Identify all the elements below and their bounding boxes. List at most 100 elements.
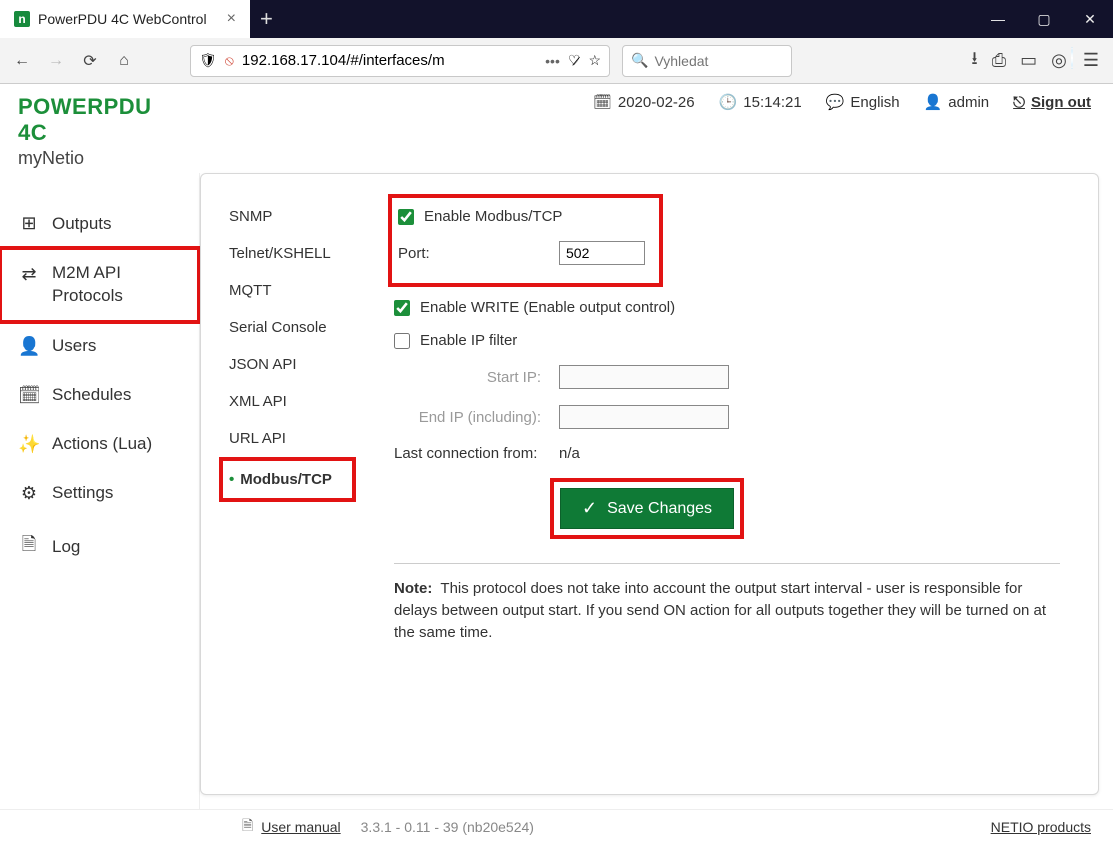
search-input[interactable] — [654, 53, 783, 69]
clock-icon: 🕒 — [719, 93, 738, 111]
signout-link[interactable]: ⎋ Sign out — [1013, 94, 1091, 111]
new-tab-button[interactable]: + — [250, 0, 283, 38]
save-button-label: Save Changes — [607, 500, 712, 518]
brand-title: POWERPDU 4C — [18, 94, 182, 146]
note-text: Note: This protocol does not take into a… — [394, 578, 1060, 643]
last-conn-value: n/a — [559, 445, 580, 462]
nav-schedules[interactable]: 🗓Schedules — [0, 371, 199, 420]
topbar-user-value: admin — [948, 94, 989, 111]
start-ip-input — [559, 365, 729, 389]
minimize-button[interactable]: — — [975, 0, 1021, 38]
browser-tab[interactable]: n PowerPDU 4C WebControl × — [0, 0, 250, 38]
search-icon: 🔍 — [631, 52, 648, 69]
close-window-button[interactable]: ✕ — [1067, 0, 1113, 38]
proto-url[interactable]: URL API — [225, 420, 356, 457]
save-button[interactable]: ✓ Save Changes — [560, 488, 734, 529]
topbar-date: 🗓 2020-02-26 — [593, 93, 695, 111]
speech-icon: 💬 — [826, 93, 845, 111]
proto-telnet[interactable]: Telnet/KSHELL — [225, 235, 356, 272]
shield-icon[interactable]: 🛡 — [199, 52, 217, 69]
nav-label: Log — [52, 537, 80, 557]
account-icon[interactable]: ◎ — [1051, 50, 1069, 71]
search-bar[interactable]: 🔍 — [622, 45, 792, 77]
topbar-date-value: 2020-02-26 — [618, 94, 695, 111]
more-icon[interactable]: ••• — [545, 53, 560, 69]
user-manual-link[interactable]: User manual — [261, 819, 340, 835]
proto-modbus[interactable]: Modbus/TCP — [225, 461, 352, 498]
reader-icon[interactable]: ▭ — [1020, 50, 1037, 71]
notification-dot — [1071, 47, 1073, 69]
bookmark-star-icon[interactable]: ☆ — [588, 52, 601, 69]
nav-actions[interactable]: ✨Actions (Lua) — [0, 420, 199, 469]
version-text: 3.3.1 - 0.11 - 39 (nb20e524) — [361, 819, 534, 835]
tab-title: PowerPDU 4C WebControl — [38, 11, 207, 27]
calendar-icon: 🗓 — [593, 93, 612, 111]
topbar-language-value: English — [850, 94, 899, 111]
log-icon: 🗎 — [18, 532, 40, 562]
proto-xml[interactable]: XML API — [225, 383, 356, 420]
favicon: n — [14, 11, 30, 27]
api-icon: ⇄ — [18, 262, 40, 286]
topbar-time-value: 15:14:21 — [743, 94, 801, 111]
maximize-button[interactable]: ▢ — [1021, 0, 1067, 38]
topbar-user[interactable]: 👤 admin — [924, 93, 990, 111]
nav-label: M2M API Protocols — [52, 262, 123, 308]
nav-label: Users — [52, 336, 96, 356]
users-icon: 👤 — [18, 336, 40, 357]
doc-icon: 🗎 — [242, 815, 253, 839]
content-panel: SNMP Telnet/KSHELL MQTT Serial Console J… — [200, 173, 1099, 795]
outputs-icon: ⊞ — [18, 213, 40, 234]
protocol-nav: SNMP Telnet/KSHELL MQTT Serial Console J… — [201, 174, 356, 794]
topbar-language[interactable]: 💬 English — [826, 93, 900, 111]
url-input[interactable] — [242, 52, 537, 69]
downloads-icon[interactable]: ⭳ — [971, 46, 977, 76]
proto-json[interactable]: JSON API — [225, 346, 356, 383]
url-bar[interactable]: 🛡 ⦸ ••• ♡̷ ☆ — [190, 45, 610, 77]
enable-modbus-checkbox[interactable] — [398, 209, 414, 225]
netio-products-link[interactable]: NETIO products — [991, 819, 1091, 835]
nav-outputs[interactable]: ⊞ Outputs — [0, 199, 199, 248]
brand-block: POWERPDU 4C myNetio — [0, 84, 200, 173]
enable-write-checkbox[interactable] — [394, 300, 410, 316]
menu-icon[interactable]: ☰ — [1083, 50, 1099, 71]
proto-serial[interactable]: Serial Console — [225, 309, 356, 346]
user-icon: 👤 — [924, 93, 943, 111]
save-highlight: ✓ Save Changes — [550, 478, 744, 539]
enable-write-label: Enable WRITE (Enable output control) — [420, 299, 675, 316]
nav-settings[interactable]: ⚙ Settings — [0, 469, 199, 518]
sidebar: ⊞ Outputs ⇄ M2M API Protocols 👤 Users 🗓Sche… — [0, 173, 200, 809]
enable-ipfilter-checkbox[interactable] — [394, 333, 410, 349]
proto-snmp[interactable]: SNMP — [225, 198, 356, 235]
signout-label: Sign out — [1031, 94, 1091, 111]
port-input[interactable] — [559, 241, 645, 265]
nav-log[interactable]: 🗎 Log — [0, 518, 199, 576]
close-tab-icon[interactable]: × — [227, 10, 236, 28]
port-label: Port: — [398, 245, 549, 262]
back-button[interactable]: ← — [8, 47, 36, 75]
nav-label: Outputs — [52, 214, 112, 234]
enable-modbus-label: Enable Modbus/TCP — [424, 208, 562, 225]
permission-shield-icon[interactable]: ♡̷ — [568, 52, 581, 69]
check-icon: ✓ — [582, 498, 597, 519]
nav-label: Actions (Lua) — [52, 434, 152, 454]
nav-m2m-protocols[interactable]: ⇄ M2M API Protocols — [0, 248, 199, 322]
signout-icon: ⎋ — [1013, 94, 1025, 111]
brand-subtitle: myNetio — [18, 148, 182, 169]
app-shell: POWERPDU 4C myNetio 🗓 2020-02-26 🕒 15:14:2… — [0, 84, 1113, 843]
library-icon[interactable]: ⎙ — [992, 50, 1006, 71]
nav-label: Schedules — [52, 385, 131, 405]
home-button[interactable]: ⌂ — [110, 47, 138, 75]
nav-label: Settings — [52, 483, 113, 503]
tracking-icon[interactable]: ⦸ — [225, 52, 234, 69]
enable-ipfilter-label: Enable IP filter — [420, 332, 517, 349]
browser-titlebar: n PowerPDU 4C WebControl × + — ▢ ✕ — [0, 0, 1113, 38]
proto-mqtt[interactable]: MQTT — [225, 272, 356, 309]
divider — [394, 563, 1060, 564]
note-label: Note: — [394, 580, 432, 597]
note-body: This protocol does not take into account… — [394, 580, 1046, 641]
reload-button[interactable]: ⟳ — [76, 47, 104, 75]
nav-users[interactable]: 👤 Users — [0, 322, 199, 371]
end-ip-input — [559, 405, 729, 429]
topbar-time: 🕒 15:14:21 — [719, 93, 802, 111]
gear-icon: ⚙ — [18, 483, 40, 504]
